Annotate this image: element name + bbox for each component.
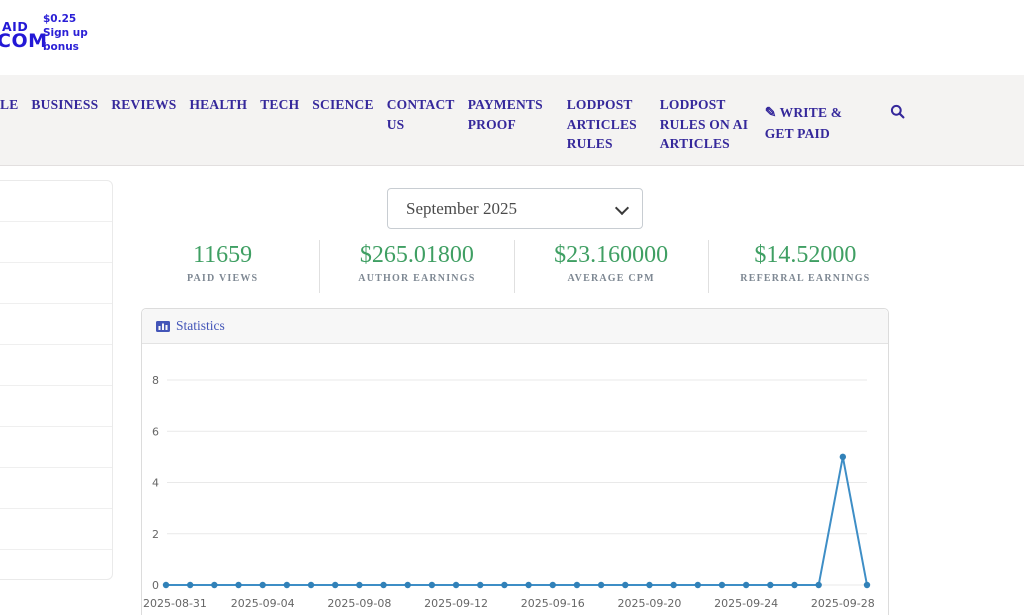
statistics-panel: Statistics 0 2 4 6 8 2025-08-31 2025-09-04 2025…: [141, 308, 889, 615]
svg-text:6: 6: [152, 425, 159, 438]
bonus-line: bonus: [43, 40, 88, 54]
svg-text:2025-09-20: 2025-09-20: [617, 597, 681, 610]
svg-text:2025-08-31: 2025-08-31: [143, 597, 207, 610]
stat-value: $14.52000: [709, 241, 902, 269]
nav-item-reviews[interactable]: REVIEWS: [111, 95, 176, 115]
main-navbar: LE BUSINESS REVIEWS HEALTH TECH SCIENCE …: [0, 75, 1024, 166]
pencil-icon: ✎: [765, 106, 777, 121]
nav-menu: LE BUSINESS REVIEWS HEALTH TECH SCIENCE …: [0, 95, 905, 154]
svg-text:2025-09-12: 2025-09-12: [424, 597, 488, 610]
logo-text-bottom: COM: [0, 30, 48, 52]
site-logo[interactable]: AID COM $0.25 Sign up bonus: [0, 10, 110, 70]
stat-label: AUTHOR EARNINGS: [320, 273, 513, 284]
stat-value: $265.01800: [320, 241, 513, 269]
svg-text:4: 4: [152, 477, 159, 490]
svg-text:2025-09-08: 2025-09-08: [327, 597, 391, 610]
sidebar-item[interactable]: [0, 181, 112, 222]
nav-item-lodpost-articles-rules[interactable]: LODPOST ARTICLES RULES: [567, 95, 647, 154]
stat-label: AVERAGE CPM: [515, 273, 708, 284]
nav-item-lodpost-rules-on-ai-articles[interactable]: LODPOST RULES ON AI ARTICLES: [660, 95, 752, 154]
nav-item-write-get-paid[interactable]: ✎WRITE & GET PAID: [765, 103, 861, 143]
stat-average-cpm: $23.160000 AVERAGE CPM: [514, 240, 708, 293]
sidebar-item[interactable]: [0, 304, 112, 345]
svg-text:2: 2: [152, 528, 159, 541]
stat-author-earnings: $265.01800 AUTHOR EARNINGS: [319, 240, 513, 293]
page: AID COM $0.25 Sign up bonus LE BUSINESS …: [0, 0, 1024, 615]
nav-item-contact-us[interactable]: CONTACT US: [387, 95, 455, 134]
nav-item-payments-proof[interactable]: PAYMENTS PROOF: [468, 95, 554, 134]
stat-referral-earnings: $14.52000 REFERRAL EARNINGS: [708, 240, 902, 293]
sidebar-item[interactable]: [0, 427, 112, 468]
svg-text:8: 8: [152, 374, 159, 387]
sidebar-item[interactable]: [0, 263, 112, 304]
statistics-panel-title: Statistics: [176, 318, 225, 334]
stat-value: $23.160000: [515, 241, 708, 269]
line-chart: 0 2 4 6 8 2025-08-31 2025-09-04 2025-09-08 2025-…: [142, 344, 888, 615]
nav-item-business[interactable]: BUSINESS: [31, 95, 98, 115]
month-select-value: September 2025: [406, 189, 517, 228]
stats-summary: 11659 PAID VIEWS $265.01800 AUTHOR EARNI…: [126, 240, 902, 293]
nav-item-lifestyle[interactable]: LE: [0, 95, 18, 115]
stat-label: PAID VIEWS: [126, 273, 319, 284]
bonus-line: $0.25: [43, 12, 88, 26]
stat-paid-views: 11659 PAID VIEWS: [126, 240, 319, 293]
nav-item-health[interactable]: HEALTH: [189, 95, 247, 115]
svg-text:0: 0: [152, 579, 159, 592]
statistics-panel-header: Statistics: [142, 309, 888, 344]
stat-label: REFERRAL EARNINGS: [709, 273, 902, 284]
stat-value: 11659: [126, 241, 319, 269]
chevron-down-icon: [615, 201, 629, 215]
month-select[interactable]: September 2025: [387, 188, 643, 229]
sidebar-item[interactable]: [0, 550, 112, 580]
svg-text:2025-09-28: 2025-09-28: [811, 597, 875, 610]
sidebar-menu: [0, 180, 113, 580]
search-icon[interactable]: [890, 104, 905, 124]
sidebar-item[interactable]: [0, 345, 112, 386]
sidebar-item[interactable]: [0, 509, 112, 550]
svg-text:2025-09-04: 2025-09-04: [231, 597, 295, 610]
top-header: AID COM $0.25 Sign up bonus: [0, 0, 1024, 75]
nav-item-tech[interactable]: TECH: [260, 95, 299, 115]
sidebar-item[interactable]: [0, 386, 112, 427]
signup-bonus-text: $0.25 Sign up bonus: [43, 12, 88, 54]
sidebar-item[interactable]: [0, 468, 112, 509]
bar-chart-icon: [156, 320, 170, 333]
nav-item-science[interactable]: SCIENCE: [312, 95, 373, 115]
svg-text:2025-09-16: 2025-09-16: [521, 597, 585, 610]
sidebar-item[interactable]: [0, 222, 112, 263]
statistics-chart: 0 2 4 6 8 2025-08-31 2025-09-04 2025-09-08 2025-…: [142, 344, 888, 615]
bonus-line: Sign up: [43, 26, 88, 40]
svg-text:2025-09-24: 2025-09-24: [714, 597, 778, 610]
